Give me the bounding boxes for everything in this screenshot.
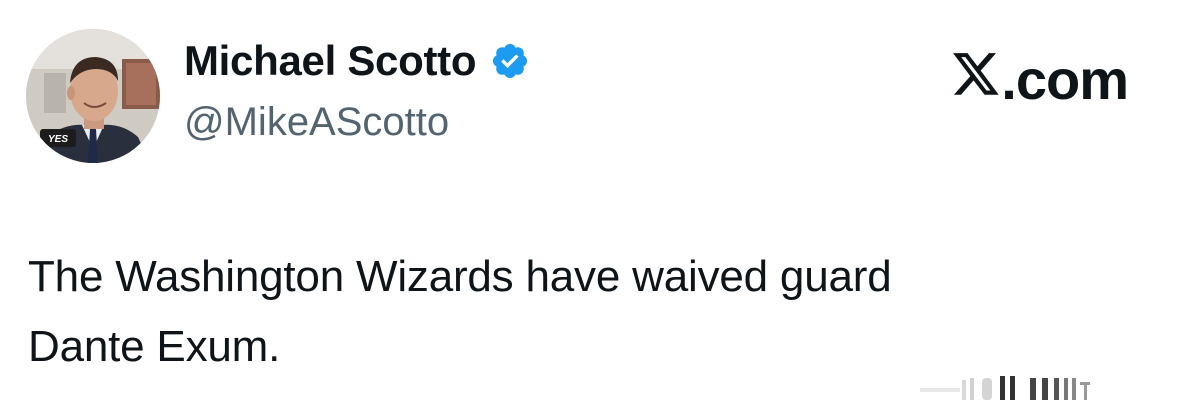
brand-label: .com [951, 48, 1129, 111]
author-handle[interactable]: @MikeAScotto [184, 102, 449, 142]
avatar[interactable]: YES [26, 29, 160, 163]
brand-domain: .com [1001, 48, 1129, 111]
tweet-card: YES Michael Scotto @MikeAScotto .com The… [0, 0, 1178, 416]
tweet-text: The Washington Wizards have waived guard… [28, 242, 1128, 382]
author-name[interactable]: Michael Scotto [184, 40, 476, 82]
x-logo-icon [951, 53, 1001, 99]
tweet-line-1: The Washington Wizards have waived guard [28, 252, 892, 301]
tweet-line-2: Dante Exum. [28, 322, 281, 371]
author-name-row: Michael Scotto [184, 40, 530, 82]
avatar-photo: YES [26, 29, 160, 163]
verified-badge-icon [490, 41, 530, 81]
watermark [920, 374, 1160, 402]
avatar-badge-text: YES [48, 134, 68, 145]
